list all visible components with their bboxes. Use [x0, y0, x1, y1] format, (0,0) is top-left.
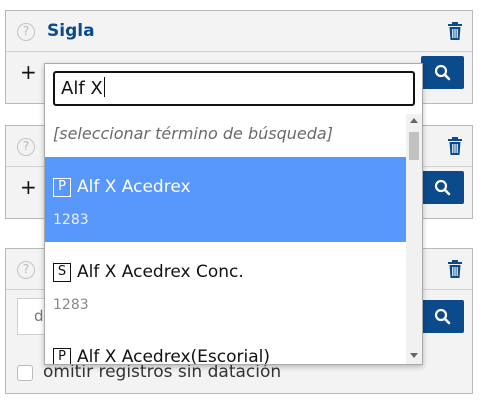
type-badge: S — [53, 263, 71, 282]
search-button[interactable] — [421, 56, 464, 89]
dropdown-search-value: Alf X — [61, 78, 103, 99]
result-item[interactable]: P Alf X Acedrex(Escorial) — [45, 327, 407, 364]
result-name: Alf X Acedrex — [77, 177, 191, 197]
results-list: [seleccionar término de búsqueda] P Alf … — [45, 114, 407, 364]
scroll-up-arrow-icon[interactable] — [410, 118, 418, 123]
search-icon — [434, 308, 451, 325]
result-name: Alf X Acedrex(Escorial) — [77, 347, 271, 364]
help-icon[interactable]: ? — [17, 261, 35, 279]
trash-icon[interactable] — [447, 137, 463, 155]
search-icon — [434, 64, 451, 81]
search-button[interactable] — [421, 171, 464, 204]
omit-undated-checkbox[interactable] — [17, 365, 33, 381]
scroll-down-arrow-icon[interactable] — [410, 353, 418, 358]
help-icon[interactable]: ? — [17, 23, 35, 41]
result-name: Alf X Acedrex Conc. — [77, 262, 244, 282]
search-icon — [434, 179, 451, 196]
search-button[interactable] — [421, 300, 464, 333]
help-icon[interactable]: ? — [17, 138, 35, 156]
search-dropdown: Alf X [seleccionar término de búsqueda] … — [44, 63, 423, 365]
result-year: 1283 — [53, 297, 89, 313]
trash-icon[interactable] — [447, 22, 463, 40]
omit-undated-label: omitir registros sin datación — [43, 362, 282, 382]
dropdown-search-input[interactable]: Alf X — [53, 71, 415, 106]
add-button[interactable]: + — [20, 177, 37, 197]
dropdown-scrollbar[interactable] — [406, 114, 422, 364]
add-button[interactable]: + — [20, 62, 37, 82]
date-input[interactable]: d — [17, 298, 47, 335]
trash-icon[interactable] — [447, 260, 463, 278]
text-caret — [103, 77, 105, 97]
panel-header: ? Sigla — [6, 11, 472, 52]
result-item[interactable]: S Alf X Acedrex Conc. 1283 — [45, 242, 407, 327]
scrollbar-thumb[interactable] — [409, 132, 419, 160]
type-badge: P — [53, 178, 71, 197]
panel-title: Sigla — [47, 21, 95, 41]
type-badge: P — [53, 348, 71, 364]
result-item[interactable]: P Alf X Acedrex 1283 — [45, 157, 407, 242]
result-year: 1283 — [53, 212, 89, 228]
dropdown-placeholder: [seleccionar término de búsqueda] — [53, 124, 333, 143]
